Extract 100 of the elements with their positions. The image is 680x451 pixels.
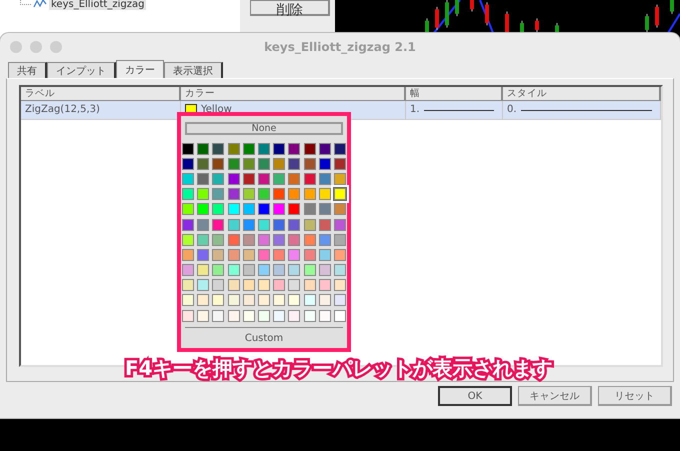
color-swatch[interactable] [318, 203, 331, 216]
color-swatch[interactable] [288, 310, 300, 322]
color-swatch[interactable] [258, 172, 270, 185]
color-swatch[interactable] [304, 172, 316, 185]
color-swatch[interactable] [228, 234, 240, 246]
color-swatch[interactable] [273, 142, 286, 155]
color-swatch[interactable] [304, 218, 316, 231]
color-swatch[interactable] [242, 294, 255, 306]
color-swatch[interactable] [242, 203, 255, 216]
color-swatch[interactable] [304, 158, 316, 170]
color-swatch[interactable] [288, 264, 300, 276]
color-swatch[interactable] [212, 203, 224, 216]
color-swatch[interactable] [318, 279, 331, 292]
color-swatch[interactable] [304, 294, 316, 306]
color-swatch[interactable] [228, 158, 240, 170]
color-swatch[interactable] [304, 248, 316, 261]
color-swatch[interactable] [334, 264, 346, 276]
color-swatch[interactable] [334, 279, 346, 292]
color-swatch[interactable] [273, 203, 286, 216]
color-swatch[interactable] [197, 218, 210, 231]
color-swatch[interactable] [228, 218, 240, 231]
color-swatch[interactable] [258, 203, 270, 216]
color-swatch[interactable] [242, 188, 255, 200]
color-swatch[interactable] [304, 142, 316, 155]
color-swatch[interactable] [228, 294, 240, 306]
tab[interactable]: 共有 [8, 62, 47, 78]
color-swatch[interactable] [258, 218, 270, 231]
color-swatch[interactable] [334, 158, 346, 170]
color-swatch[interactable] [242, 264, 255, 276]
color-swatch[interactable] [258, 142, 270, 155]
color-swatch[interactable] [182, 218, 194, 231]
color-swatch[interactable] [197, 172, 210, 185]
color-swatch[interactable] [334, 218, 346, 231]
color-swatch[interactable] [273, 158, 286, 170]
color-swatch[interactable] [242, 218, 255, 231]
color-swatch[interactable] [258, 310, 270, 322]
color-swatch[interactable] [228, 264, 240, 276]
color-swatch[interactable] [197, 234, 210, 246]
color-swatch[interactable] [228, 142, 240, 155]
color-swatch[interactable] [273, 279, 286, 292]
color-swatch[interactable] [334, 188, 346, 200]
color-swatch[interactable] [197, 310, 210, 322]
color-swatch[interactable] [273, 234, 286, 246]
color-swatch[interactable] [288, 218, 300, 231]
color-swatch[interactable] [182, 279, 194, 292]
color-swatch[interactable] [212, 234, 224, 246]
column-header[interactable]: 幅 [406, 87, 503, 101]
color-swatch[interactable] [212, 310, 224, 322]
color-swatch[interactable] [304, 310, 316, 322]
color-swatch[interactable] [182, 294, 194, 306]
color-swatch[interactable] [212, 218, 224, 231]
color-swatch[interactable] [334, 234, 346, 246]
color-swatch[interactable] [273, 294, 286, 306]
tab[interactable]: カラー [116, 60, 164, 78]
color-swatch[interactable] [182, 172, 194, 185]
color-swatch[interactable] [182, 264, 194, 276]
color-swatch[interactable] [288, 188, 300, 200]
color-swatch[interactable] [304, 234, 316, 246]
color-swatch[interactable] [242, 310, 255, 322]
color-swatch[interactable] [258, 234, 270, 246]
color-swatch[interactable] [228, 279, 240, 292]
color-swatch[interactable] [273, 188, 286, 200]
color-swatch[interactable] [197, 203, 210, 216]
color-swatch[interactable] [288, 234, 300, 246]
color-swatch[interactable] [197, 248, 210, 261]
color-swatch[interactable] [318, 218, 331, 231]
color-swatch[interactable] [258, 279, 270, 292]
color-swatch[interactable] [304, 279, 316, 292]
color-swatch[interactable] [318, 188, 331, 200]
color-swatch[interactable] [197, 158, 210, 170]
color-swatch[interactable] [318, 248, 331, 261]
color-swatch[interactable] [182, 248, 194, 261]
color-swatch[interactable] [318, 172, 331, 185]
none-button[interactable]: None [185, 122, 343, 135]
color-swatch[interactable] [288, 203, 300, 216]
color-swatch[interactable] [212, 188, 224, 200]
color-swatch[interactable] [288, 294, 300, 306]
color-swatch[interactable] [212, 294, 224, 306]
color-swatch[interactable] [228, 188, 240, 200]
color-swatch[interactable] [258, 248, 270, 261]
color-swatch[interactable] [318, 264, 331, 276]
color-swatch[interactable] [258, 264, 270, 276]
color-swatch[interactable] [273, 172, 286, 185]
color-swatch[interactable] [273, 310, 286, 322]
color-swatch[interactable] [304, 188, 316, 200]
color-swatch[interactable] [182, 188, 194, 200]
color-swatch[interactable] [182, 234, 194, 246]
color-swatch[interactable] [304, 203, 316, 216]
color-swatch[interactable] [182, 203, 194, 216]
color-swatch[interactable] [288, 172, 300, 185]
color-swatch[interactable] [182, 142, 194, 155]
color-swatch[interactable] [334, 203, 346, 216]
color-swatch[interactable] [273, 264, 286, 276]
color-swatch[interactable] [197, 142, 210, 155]
color-swatch[interactable] [258, 294, 270, 306]
column-header[interactable]: カラー [181, 87, 406, 101]
color-swatch[interactable] [228, 310, 240, 322]
color-swatch[interactable] [212, 248, 224, 261]
color-swatch[interactable] [318, 294, 331, 306]
color-swatch[interactable] [182, 310, 194, 322]
